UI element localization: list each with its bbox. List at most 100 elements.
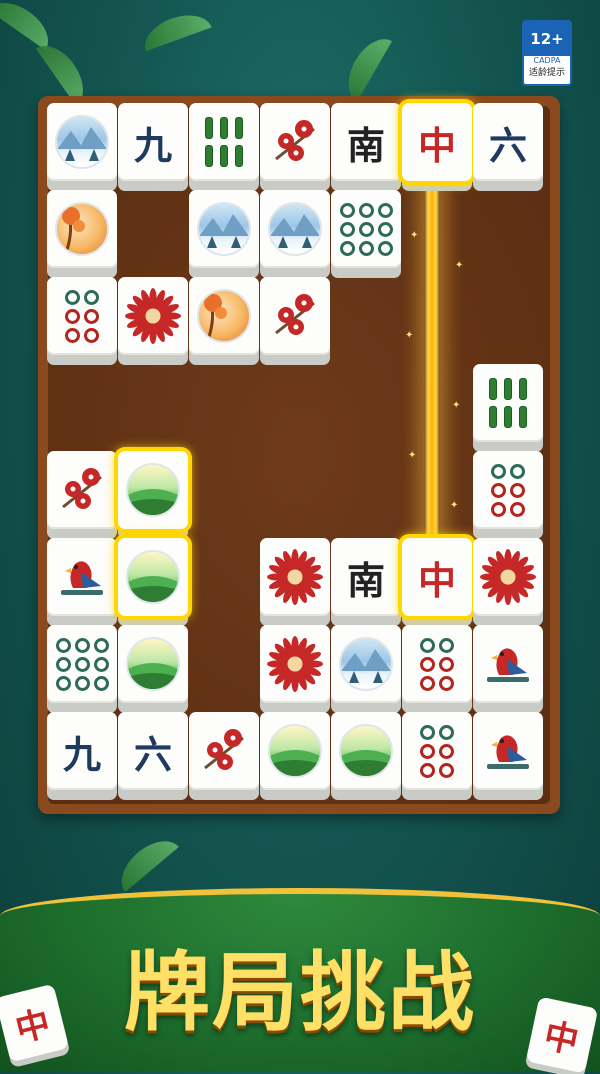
tile-character: 九 [62,732,101,777]
bird-icon [487,735,529,769]
tile-face [473,712,543,790]
mahjong-tile[interactable] [260,103,330,191]
tile-face [331,712,401,790]
sparkle-icon: ✦ [410,230,419,241]
sparkle-icon: ✦ [455,260,464,271]
spring-scene-icon [126,637,180,691]
dots-six-icon [420,724,454,778]
rating-org: CADPA [533,56,561,65]
tile-character: 九 [133,123,172,168]
sparkle-icon: ✦ [408,450,417,461]
tile-face [260,190,330,268]
tile-face [189,712,259,790]
tile-face [47,451,117,529]
corner-tile-label: 中 [11,1002,55,1050]
mahjong-tile[interactable] [473,364,543,452]
age-rating-badge: 12+ CADPA 适龄提示 [522,20,572,86]
chrysanthemum-icon [125,288,181,344]
rating-note: 适龄提示 [528,68,565,78]
mahjong-tile[interactable] [118,451,188,539]
plum-blossom-icon [275,120,315,161]
match-connection-beam [424,188,440,540]
mahjong-tile[interactable]: 中 [402,103,472,191]
tile-face [118,538,188,616]
bamboo-six-icon [489,378,527,428]
dots-nine-icon [339,202,393,256]
mahjong-tile[interactable] [473,625,543,713]
tile-face: 九 [118,103,188,181]
mahjong-tile[interactable] [47,451,117,539]
tile-face [260,277,330,355]
tile-character: 六 [133,732,172,777]
tile-character: 六 [488,123,527,168]
winter-scene-icon [268,202,322,256]
age-rating: 12+ [524,22,570,56]
tile-face [189,277,259,355]
tile-face [473,364,543,442]
mahjong-tile[interactable]: 六 [473,103,543,191]
leaf-decoration [337,30,393,102]
mahjong-tile[interactable] [47,538,117,626]
tile-character: 中 [417,123,456,168]
mahjong-tile[interactable] [47,277,117,365]
tile-face [260,625,330,703]
mahjong-tile[interactable] [402,625,472,713]
tile-face [189,190,259,268]
tile-face [47,190,117,268]
mahjong-tile[interactable] [331,712,401,800]
mahjong-tile[interactable] [118,277,188,365]
mahjong-tile[interactable] [47,103,117,191]
mahjong-tile[interactable] [260,625,330,713]
autumn-scene-icon [55,202,109,256]
mahjong-tile[interactable] [260,190,330,278]
mahjong-tile[interactable] [118,538,188,626]
tile-face [47,277,117,355]
mahjong-tile[interactable] [189,190,259,278]
dots-nine-icon [55,637,109,691]
mahjong-tile[interactable] [189,277,259,365]
tile-face [473,625,543,703]
mahjong-tile[interactable]: 九 [118,103,188,191]
bamboo-six-icon [205,117,243,167]
plum-blossom-icon [275,294,315,335]
mahjong-tile[interactable] [402,712,472,800]
mahjong-tile[interactable] [47,625,117,713]
sparkle-icon: ✦ [405,330,414,341]
tile-face [260,538,330,616]
mahjong-tile[interactable] [473,712,543,800]
mahjong-tile[interactable] [260,277,330,365]
mahjong-tile[interactable]: 六 [118,712,188,800]
tile-face [118,625,188,703]
mahjong-tile[interactable] [118,625,188,713]
tile-face [47,538,117,616]
mahjong-tile[interactable] [260,712,330,800]
sparkle-icon: ✦ [452,400,461,411]
tile-face [402,712,472,790]
mahjong-tile[interactable]: 九 [47,712,117,800]
leaf-decoration [111,830,179,892]
tile-face: 六 [473,103,543,181]
mahjong-tile[interactable]: 中 [402,538,472,626]
mahjong-tile[interactable] [189,712,259,800]
tile-face: 南 [331,103,401,181]
mahjong-tile[interactable]: 南 [331,538,401,626]
tile-face: 六 [118,712,188,790]
mahjong-tile[interactable] [473,451,543,539]
tile-face [189,103,259,181]
tile-face [473,538,543,616]
spring-scene-icon [268,724,322,778]
tile-character: 中 [417,558,456,603]
autumn-scene-icon [197,289,251,343]
mahjong-tile[interactable] [47,190,117,278]
chrysanthemum-icon [267,636,323,692]
tile-face [260,712,330,790]
corner-tile-label: 中 [540,1015,583,1062]
mahjong-tile[interactable] [331,190,401,278]
mahjong-tile[interactable]: 南 [331,103,401,191]
mahjong-tile[interactable] [331,625,401,713]
mahjong-tile[interactable] [260,538,330,626]
mahjong-tile[interactable] [473,538,543,626]
tile-face [47,103,117,181]
mahjong-tile[interactable] [189,103,259,191]
chrysanthemum-icon [267,549,323,605]
